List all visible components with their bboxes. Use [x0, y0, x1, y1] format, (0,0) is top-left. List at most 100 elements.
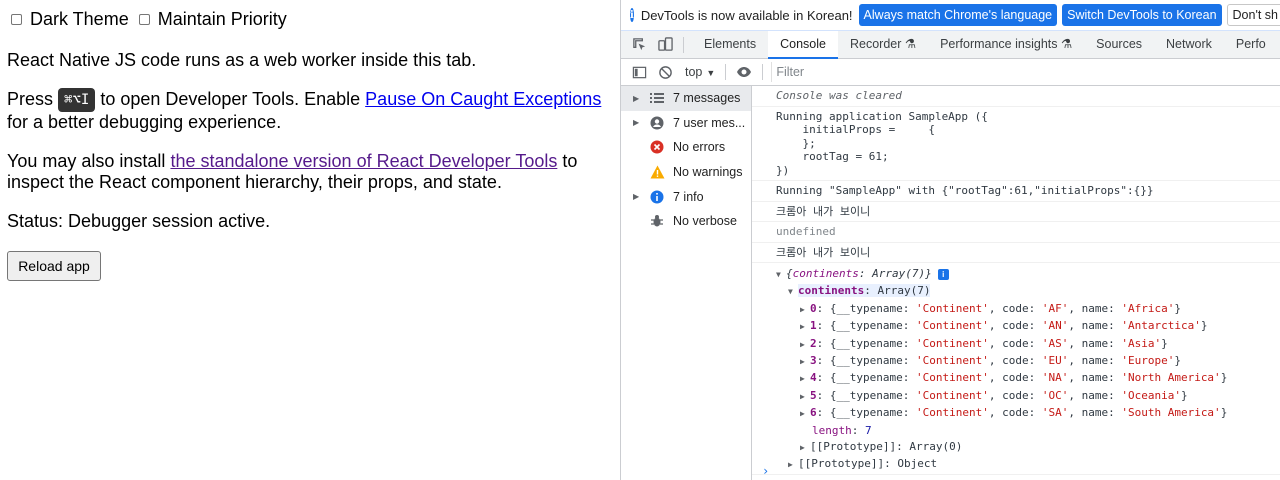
sidebar-item-label: No warnings	[673, 165, 743, 180]
code-key: code	[1002, 371, 1029, 385]
tab-sources[interactable]: Sources	[1084, 31, 1154, 58]
item-index: 5	[810, 388, 817, 402]
object-preview: {continents: Array(7)}	[786, 267, 932, 280]
toolbar-divider	[762, 64, 764, 80]
name-key: name	[1081, 371, 1109, 385]
object-summary-row[interactable]: ▼ {continents: Array(7)} i	[752, 263, 1280, 283]
options-row: Dark Theme Maintain Priority	[11, 9, 297, 30]
tab-performance-insights[interactable]: Performance insights ⚗	[928, 31, 1084, 58]
sidebar-item-errors[interactable]: No errors	[621, 135, 751, 160]
sidebar-item-warnings[interactable]: No warnings	[621, 160, 751, 185]
continents-property: continents: Array(7)	[798, 284, 931, 298]
hint-text-1: Press	[7, 88, 59, 109]
console-message: 크롬아 내가 보이니	[752, 243, 1280, 263]
console-prompt[interactable]: ›	[762, 464, 769, 478]
code-value: 'SA'	[1041, 406, 1069, 420]
context-selector[interactable]: top ▼	[685, 65, 715, 79]
continent-item-row[interactable]: ▶ 0: {__typename: 'Continent', code: 'AF'…	[752, 301, 1280, 318]
property-value: Array(7)	[877, 284, 931, 298]
typename-key: __typename	[836, 301, 903, 315]
error-icon	[649, 139, 665, 155]
continents-row[interactable]: ▼ continents: Array(7)	[752, 283, 1280, 300]
typename-value: 'Continent'	[915, 406, 989, 420]
collapse-arrow-icon[interactable]: ▼	[776, 267, 786, 283]
item-index: 6	[810, 406, 817, 420]
tab-console[interactable]: Console	[768, 31, 838, 59]
continent-item-row[interactable]: ▶ 1: {__typename: 'Continent', code: 'AN'…	[752, 318, 1280, 335]
name-key: name	[1081, 301, 1109, 315]
name-key: name	[1081, 388, 1109, 402]
react-devtools-hint: You may also install the standalone vers…	[7, 151, 607, 193]
item-index: 3	[810, 354, 817, 368]
context-label: top	[685, 65, 703, 79]
item-index: 1	[810, 319, 817, 333]
sidebar-item-messages[interactable]: ▶ 7 messages	[621, 86, 751, 111]
prototype-label: [[Prototype]]: Object	[798, 457, 938, 471]
sidebar-toggle-icon[interactable]	[631, 64, 647, 80]
typename-value: 'Continent'	[915, 388, 989, 402]
tab-elements[interactable]: Elements	[692, 31, 768, 58]
typename-value: 'Continent'	[915, 371, 989, 385]
name-value: 'South America'	[1121, 406, 1221, 420]
console-filter-input[interactable]: Filter	[771, 62, 1280, 82]
name-value: 'Europe'	[1121, 354, 1175, 368]
dark-theme-checkbox[interactable]	[11, 14, 22, 25]
console-toolbar: top ▼ Filter	[621, 59, 1280, 86]
always-match-language-button[interactable]: Always match Chrome's language	[858, 4, 1058, 26]
tab-recorder[interactable]: Recorder ⚗	[838, 31, 928, 58]
expand-arrow-icon: ▶	[633, 118, 640, 128]
sidebar-item-verbose[interactable]: No verbose	[621, 209, 751, 234]
continent-item-row[interactable]: ▶ 3: {__typename: 'Continent', code: 'EU'…	[752, 353, 1280, 370]
typename-value: 'Continent'	[915, 301, 989, 315]
name-value: 'Africa'	[1121, 301, 1175, 315]
expand-arrow-icon[interactable]: ▶	[800, 337, 810, 353]
devtools-tabbar: Elements Console Recorder ⚗ Performance …	[621, 31, 1280, 59]
dont-show-again-button[interactable]: Don't sh	[1226, 4, 1280, 26]
property-key: continents	[798, 284, 865, 298]
reload-app-button[interactable]: Reload app	[7, 251, 101, 281]
hint-text-3: for a better debugging experience.	[7, 112, 282, 132]
clear-console-icon[interactable]	[657, 64, 673, 80]
dark-theme-label: Dark Theme	[30, 9, 129, 29]
expand-arrow-icon[interactable]: ▶	[800, 440, 810, 456]
expand-arrow-icon[interactable]: ▶	[800, 371, 810, 387]
sidebar-item-label: No errors	[673, 140, 726, 155]
expand-arrow-icon[interactable]: ▶	[788, 457, 798, 473]
sidebar-item-label: 7 messages	[673, 91, 741, 106]
expand-arrow-icon[interactable]: ▶	[800, 354, 810, 370]
info-badge-icon[interactable]: i	[937, 268, 949, 280]
react-devtools-link[interactable]: the standalone version of React Develope…	[170, 151, 557, 171]
info-icon: i	[630, 8, 634, 22]
property-value: 7	[865, 423, 872, 437]
expand-arrow-icon[interactable]: ▶	[800, 389, 810, 405]
prototype-array-row[interactable]: ▶ [[Prototype]]: Array(0)	[752, 439, 1280, 456]
continent-item-row[interactable]: ▶ 6: {__typename: 'Continent', code: 'SA'…	[752, 405, 1280, 422]
collapse-arrow-icon[interactable]: ▼	[788, 284, 798, 300]
console-sidebar: ▶ 7 messages ▶ 7 user mes... No errors N…	[621, 86, 752, 480]
live-expression-eye-icon[interactable]	[736, 64, 752, 80]
code-key: code	[1002, 336, 1029, 350]
switch-to-korean-button[interactable]: Switch DevTools to Korean	[1062, 4, 1222, 26]
expand-arrow-icon[interactable]: ▶	[800, 406, 810, 422]
typename-key: __typename	[836, 319, 903, 333]
tab-performance[interactable]: Perfo	[1224, 31, 1278, 58]
continent-item-row[interactable]: ▶ 4: {__typename: 'Continent', code: 'NA'…	[752, 370, 1280, 387]
continent-item-row[interactable]: ▶ 2: {__typename: 'Continent', code: 'AS'…	[752, 336, 1280, 353]
expand-arrow-icon[interactable]: ▶	[800, 319, 810, 335]
user-icon	[649, 115, 665, 131]
name-value: 'Oceania'	[1121, 388, 1181, 402]
continent-item-row[interactable]: ▶ 5: {__typename: 'Continent', code: 'OC'…	[752, 388, 1280, 405]
length-row: length: 7	[812, 423, 872, 437]
device-toolbar-icon[interactable]	[657, 37, 673, 53]
inspect-element-icon[interactable]	[631, 37, 647, 53]
sidebar-item-user-messages[interactable]: ▶ 7 user mes...	[621, 111, 751, 136]
infobar-message: DevTools is now available in Korean!	[640, 7, 853, 23]
prototype-object-row[interactable]: ▶ [[Prototype]]: Object	[752, 456, 1280, 475]
tab-network[interactable]: Network	[1154, 31, 1224, 58]
sidebar-item-info[interactable]: ▶ 7 info	[621, 184, 751, 209]
pause-on-caught-link[interactable]: Pause On Caught Exceptions	[365, 89, 601, 109]
code-value: 'AN'	[1041, 319, 1069, 333]
expand-arrow-icon[interactable]: ▶	[800, 302, 810, 318]
typename-value: 'Continent'	[915, 354, 989, 368]
maintain-priority-checkbox[interactable]	[138, 14, 150, 25]
